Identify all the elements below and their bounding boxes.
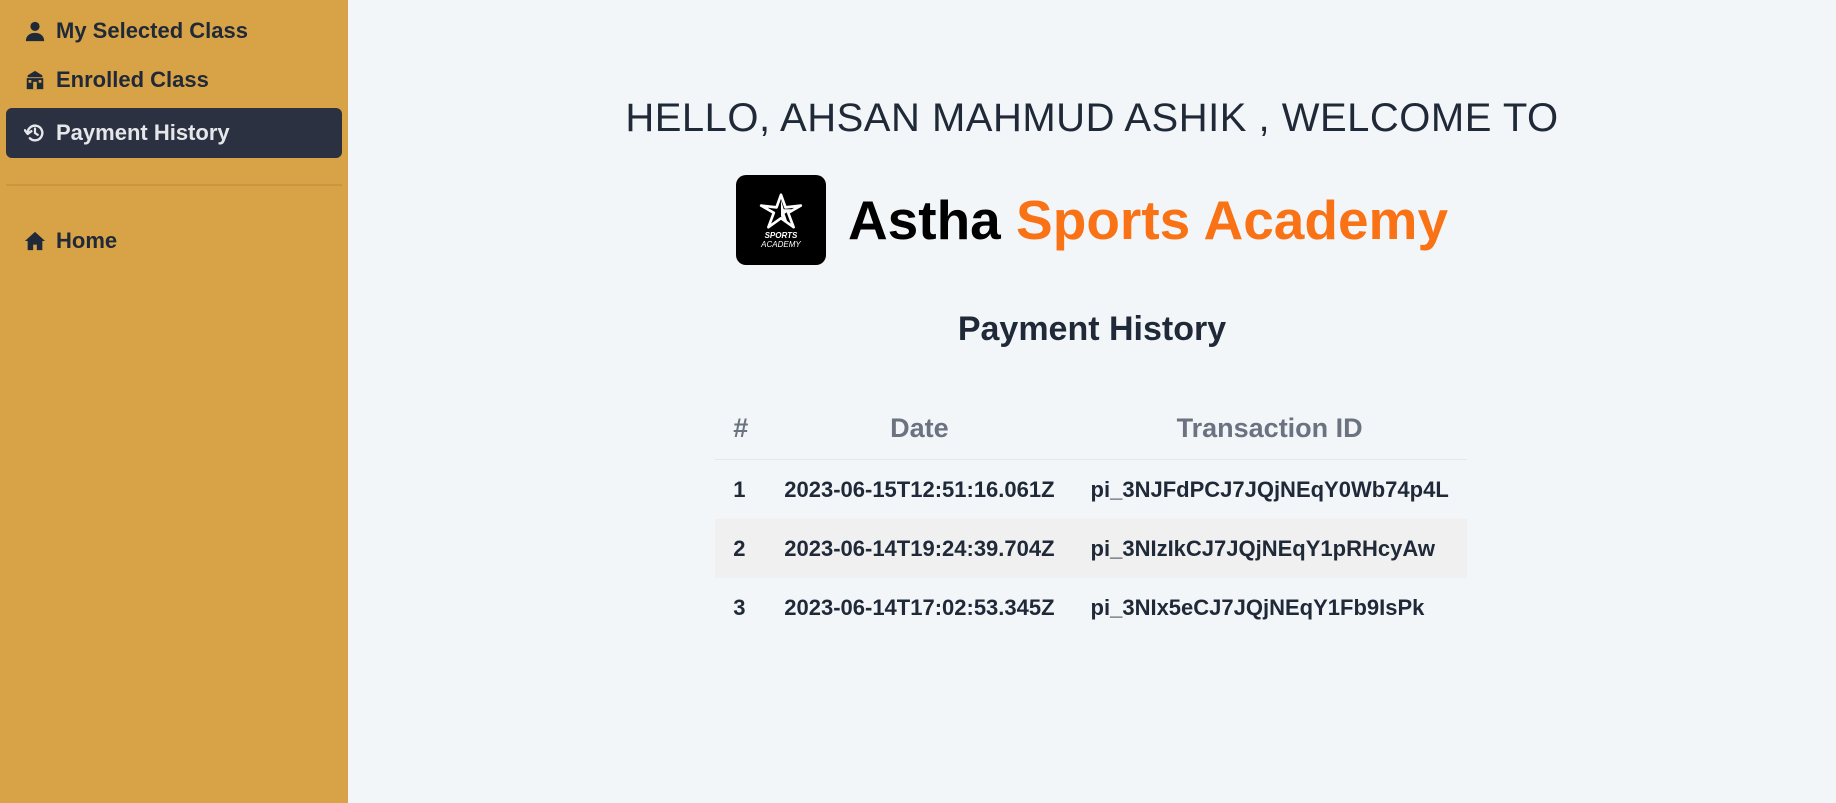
logo-text-academy: ACADEMY	[761, 240, 801, 249]
sidebar-item-label: Enrolled Class	[56, 67, 209, 92]
row-index: 3	[733, 594, 746, 620]
row-index: 2	[715, 519, 767, 578]
brand-name-second: Sports Academy	[1016, 189, 1449, 251]
logo-text-sports: SPORTS	[764, 231, 798, 240]
welcome-heading: HELLO, AHSAN MAHMUD ASHIK , WELCOME TO	[625, 96, 1559, 140]
sidebar-item-home[interactable]: Home	[6, 220, 342, 262]
row-date: 2023-06-15T12:51:16.061Z	[784, 476, 1055, 502]
sidebar-divider	[6, 184, 342, 186]
brand-name: Astha Sports Academy	[848, 188, 1448, 252]
table-row: 1 2023-06-15T12:51:16.061Z pi_3NJFdPCJ7J…	[715, 460, 1467, 520]
page-title: Payment History	[957, 310, 1227, 348]
column-header-transaction-id: Transaction ID	[1072, 397, 1467, 460]
row-index: 1	[733, 476, 746, 502]
history-icon	[24, 122, 46, 144]
sidebar-item-label: Payment History	[56, 120, 230, 145]
table-row: 2 2023-06-14T19:24:39.704Z pi_3NIzIkCJ7J…	[715, 519, 1467, 578]
academy-logo: SPORTS ACADEMY	[735, 175, 826, 265]
sidebar-item-label: My Selected Class	[56, 18, 248, 43]
table-header-row: # Date Transaction ID	[715, 397, 1467, 460]
user-icon	[24, 20, 46, 42]
row-date: 2023-06-14T17:02:53.345Z	[784, 594, 1055, 620]
brand-name-first: Astha	[847, 189, 1001, 251]
row-transaction-id: pi_3NIx5eCJ7JQjNEqY1Fb9IsPk	[1090, 594, 1425, 620]
row-transaction-id: pi_3NIzIkCJ7JQjNEqY1pRHcyAw	[1072, 519, 1467, 578]
row-date: 2023-06-14T19:24:39.704Z	[766, 519, 1073, 578]
column-header-date: Date	[766, 397, 1073, 460]
home-icon	[24, 230, 46, 252]
star-logo-icon	[759, 193, 803, 229]
main-content: HELLO, AHSAN MAHMUD ASHIK , WELCOME TO S…	[348, 0, 1836, 803]
table-row: 3 2023-06-14T17:02:53.345Z pi_3NIx5eCJ7J…	[715, 578, 1467, 637]
sidebar: My Selected Class Enrolled Class Payment…	[0, 0, 348, 803]
sidebar-item-enrolled-class[interactable]: Enrolled Class	[6, 59, 342, 101]
row-transaction-id: pi_3NJFdPCJ7JQjNEqY0Wb74p4L	[1090, 476, 1449, 502]
school-icon	[24, 69, 46, 91]
column-header-index: #	[715, 397, 767, 460]
sidebar-item-my-selected-class[interactable]: My Selected Class	[6, 10, 342, 52]
sidebar-item-label: Home	[56, 228, 118, 253]
payment-history-table: # Date Transaction ID 1 2023-06-15T12:51…	[715, 397, 1467, 637]
brand: SPORTS ACADEMY Astha Sports Academy	[735, 175, 1448, 265]
sidebar-item-payment-history[interactable]: Payment History	[6, 108, 342, 158]
